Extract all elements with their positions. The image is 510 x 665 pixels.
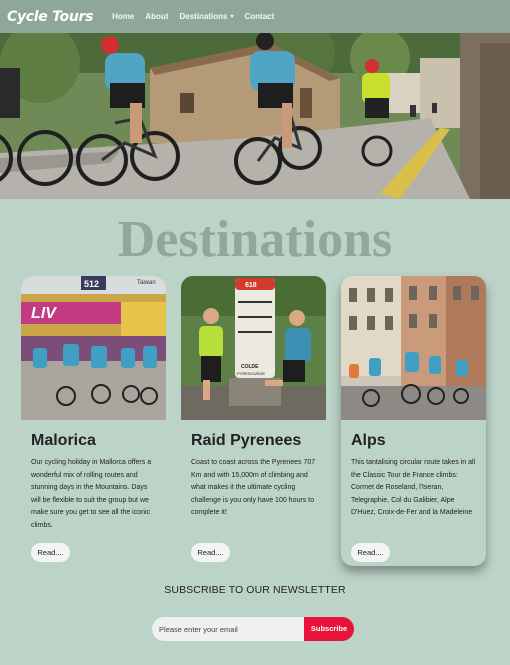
email-input[interactable] xyxy=(152,617,304,641)
card-title: Malorica xyxy=(31,432,96,449)
image-label-liv: LIV xyxy=(31,305,57,322)
subscribe-button[interactable]: Subscribe xyxy=(304,617,354,641)
nav-links: Home About Destinations Contact xyxy=(112,12,285,21)
newsletter-title: SUBSCRIBE TO OUR NEWSLETTER xyxy=(164,584,346,596)
destination-card-pyrenees: 618 COLDE PYRESOURDE Raid Pyrenees Coast… xyxy=(181,276,326,566)
card-image-alps xyxy=(341,276,486,420)
card-description: This tantalising circular route takes in… xyxy=(351,459,476,516)
nav-about[interactable]: About xyxy=(145,12,168,21)
card-description: Our cycling holiday in Mallorca offers a… xyxy=(31,459,152,529)
caret-down-icon xyxy=(229,15,234,18)
read-more-button[interactable]: Read.... xyxy=(351,543,390,562)
image-label-512: 512 xyxy=(84,279,99,289)
nav-destinations-label: Destinations xyxy=(179,12,228,21)
image-label-col: COLDE xyxy=(241,364,259,370)
page-title: Destinations xyxy=(117,211,393,268)
card-image-mallorca: 512 Taiwan LIV xyxy=(21,276,166,420)
read-more-button[interactable]: Read.... xyxy=(31,543,70,562)
hero-image xyxy=(0,33,510,199)
card-title: Alps xyxy=(351,432,386,449)
card-description: Coast to coast across the Pyrenees 707 K… xyxy=(191,459,316,516)
brand-logo[interactable]: Cycle Tours xyxy=(7,9,93,25)
image-label-pass: PYRESOURDE xyxy=(237,371,265,376)
card-image-pyrenees: 618 COLDE PYRESOURDE xyxy=(181,276,326,420)
image-label-taiwan: Taiwan xyxy=(137,280,156,286)
nav-home[interactable]: Home xyxy=(112,12,134,21)
card-title: Raid Pyrenees xyxy=(191,432,302,449)
nav-contact[interactable]: Contact xyxy=(245,12,275,21)
navbar: Cycle Tours Home About Destinations Cont… xyxy=(0,0,510,33)
read-more-button[interactable]: Read.... xyxy=(191,543,230,562)
image-label-618: 618 xyxy=(245,282,257,289)
destination-card-alps: Alps This tantalising circular route tak… xyxy=(341,276,486,566)
destination-card-mallorca: 512 Taiwan LIV Malorica Our cycling holi… xyxy=(21,276,166,566)
nav-destinations-dropdown[interactable]: Destinations xyxy=(179,12,234,21)
